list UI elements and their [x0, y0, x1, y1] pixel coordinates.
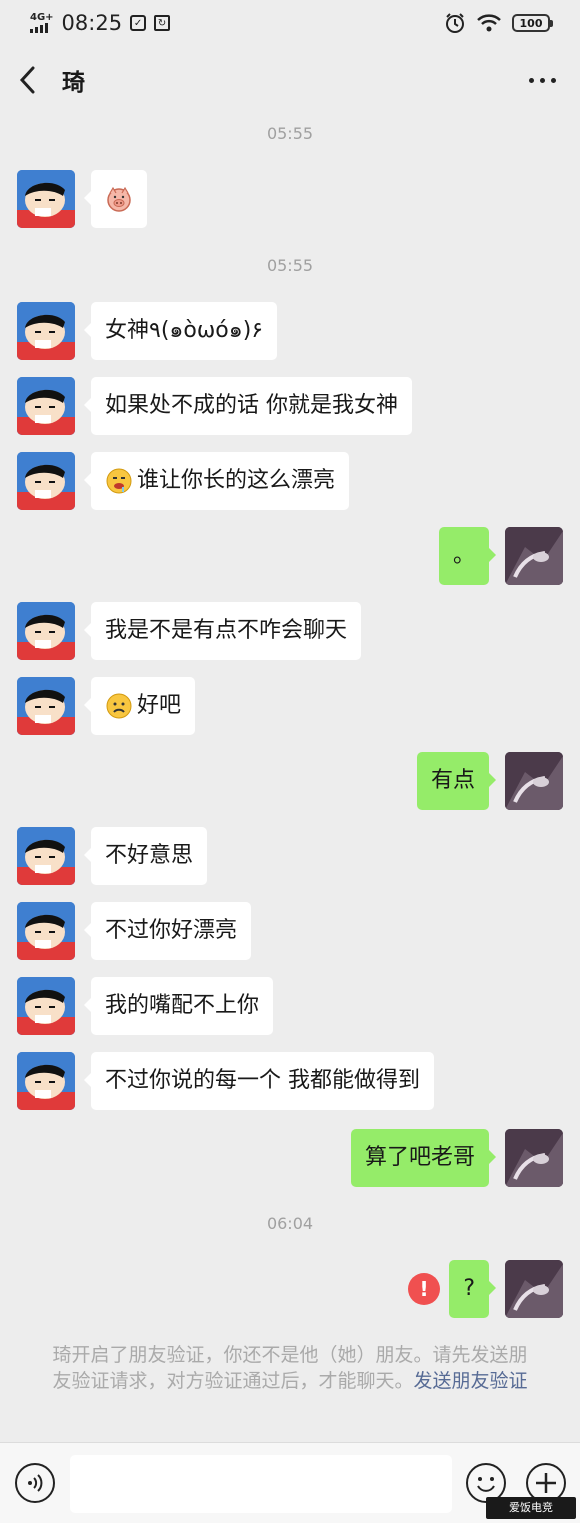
chat-title: 琦	[62, 70, 85, 96]
more-button[interactable]	[523, 68, 562, 93]
incoming-message: 好吧	[0, 677, 580, 735]
contact-avatar[interactable]	[17, 1052, 75, 1110]
incoming-message: 不过你说的每一个 我都能做得到	[0, 1052, 580, 1110]
incoming-message: 我的嘴配不上你	[0, 977, 580, 1035]
network-type: 4G+	[30, 12, 54, 23]
send-failed-icon[interactable]: !	[408, 1273, 440, 1305]
outgoing-message: 。	[0, 527, 580, 585]
timestamp: 06:04	[266, 1214, 314, 1233]
message-bubble[interactable]: 算了吧老哥	[350, 1129, 497, 1187]
contact-avatar[interactable]	[17, 170, 75, 228]
frowning-face-icon	[106, 693, 132, 719]
message-bubble[interactable]: 不好意思	[83, 827, 208, 885]
outgoing-message: 有点	[0, 752, 580, 810]
battery-level: 100	[519, 16, 543, 30]
clock: 08:25	[61, 11, 123, 35]
message-text: 女神٩(๑òωó๑)۶	[105, 318, 264, 343]
contact-avatar[interactable]	[17, 677, 75, 735]
message-bubble[interactable]: 。	[438, 527, 497, 585]
my-avatar[interactable]	[505, 527, 563, 585]
nav-bar: 琦	[0, 46, 580, 114]
timestamp: 05:55	[266, 256, 314, 275]
incoming-message: 如果处不成的话 你就是我女神	[0, 377, 580, 435]
incoming-message: 女神٩(๑òωó๑)۶	[0, 302, 580, 360]
contact-avatar[interactable]	[17, 827, 75, 885]
message-bubble[interactable]	[84, 170, 147, 228]
message-text: ?	[463, 1276, 475, 1301]
contact-avatar[interactable]	[17, 602, 75, 660]
message-text: 谁让你长的这么漂亮	[137, 468, 336, 493]
outgoing-message: 算了吧老哥	[0, 1129, 580, 1187]
message-bubble[interactable]: 不过你说的每一个 我都能做得到	[84, 1052, 434, 1110]
my-avatar[interactable]	[505, 1129, 563, 1187]
message-input[interactable]	[70, 1455, 452, 1513]
my-avatar[interactable]	[505, 752, 563, 810]
message-bubble[interactable]: 女神٩(๑òωó๑)۶	[83, 302, 278, 360]
contact-avatar[interactable]	[17, 902, 75, 960]
incoming-message: 不过你好漂亮	[0, 902, 580, 960]
chevron-left-icon	[19, 66, 35, 94]
message-text: 不过你说的每一个 我都能做得到	[105, 1068, 420, 1093]
message-bubble[interactable]: ?	[449, 1260, 496, 1318]
message-bubble[interactable]: 不过你好漂亮	[83, 902, 252, 960]
message-bubble[interactable]: 如果处不成的话 你就是我女神	[84, 377, 412, 435]
back-button[interactable]	[18, 60, 48, 100]
voice-icon	[28, 1474, 43, 1492]
incoming-message: 我是不是有点不咋会聊天	[0, 602, 580, 660]
input-bar: 爱饭电竞	[0, 1442, 580, 1523]
message-text: 。	[452, 543, 475, 568]
message-text: 我的嘴配不上你	[105, 993, 260, 1018]
message-bubble[interactable]: 我是不是有点不咋会聊天	[83, 602, 362, 660]
timestamp: 05:55	[266, 124, 314, 143]
contact-avatar[interactable]	[17, 302, 75, 360]
message-bubble[interactable]: 我的嘴配不上你	[83, 977, 274, 1035]
voice-button[interactable]	[15, 1463, 55, 1503]
smiley-icon	[477, 1477, 495, 1492]
message-text: 算了吧老哥	[364, 1145, 475, 1170]
outgoing-message: ?!	[0, 1260, 580, 1318]
friend-verification-notice: 琦开启了朋友验证，你还不是他（她）朋友。请先发送朋友验证请求，对方验证通过后，才…	[50, 1342, 530, 1394]
incoming-message: 不好意思	[0, 827, 580, 885]
send-verification-link[interactable]: 发送朋友验证	[414, 1370, 528, 1392]
sync-icon: ↻	[154, 15, 171, 31]
alarm-icon	[446, 13, 464, 33]
status-bar: 4G+ 08:25 ✓ ↻ 100	[0, 0, 580, 46]
contact-avatar[interactable]	[17, 377, 75, 435]
message-text: 不过你好漂亮	[105, 918, 238, 943]
contact-avatar[interactable]	[17, 977, 75, 1035]
message-text: 有点	[430, 768, 475, 793]
message-bubble[interactable]: 有点	[416, 752, 497, 810]
message-text: 如果处不成的话 你就是我女神	[105, 393, 398, 418]
message-text: 不好意思	[105, 843, 194, 868]
message-bubble[interactable]: 谁让你长的这么漂亮	[83, 452, 350, 510]
watermark-logo: 爱饭电竞	[486, 1497, 576, 1519]
wifi-icon	[477, 14, 501, 32]
message-text: 我是不是有点不咋会聊天	[105, 618, 348, 643]
check-icon: ✓	[130, 15, 147, 31]
pig-face-icon	[107, 186, 131, 212]
drooling-face-icon	[106, 468, 132, 494]
incoming-message: 谁让你长的这么漂亮	[0, 452, 580, 510]
message-bubble[interactable]: 好吧	[83, 677, 196, 735]
message-text: 好吧	[137, 693, 182, 718]
my-avatar[interactable]	[505, 1260, 563, 1318]
plus-icon	[536, 1473, 556, 1493]
incoming-message	[0, 170, 580, 228]
contact-avatar[interactable]	[17, 452, 75, 510]
signal-icon: 4G+	[30, 13, 54, 33]
battery-icon: 100	[512, 14, 553, 32]
